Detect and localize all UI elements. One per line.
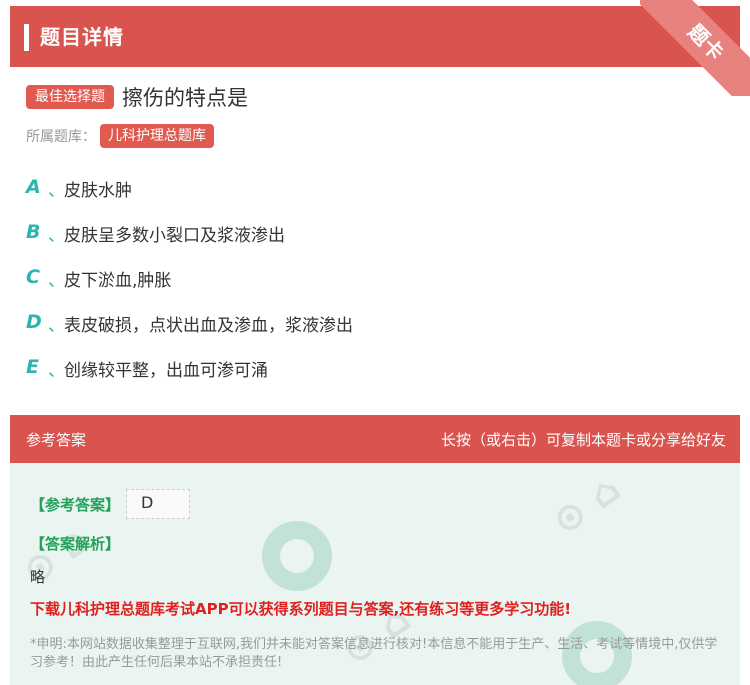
option-letter: E [26, 356, 39, 378]
option-text: 表皮破损，点状出血及渗血，浆液渗出 [64, 316, 353, 336]
watermark-logo-icon [262, 521, 332, 591]
option-text: 创缘较平整，出血可渗可涌 [64, 361, 268, 381]
question-bank-line: 所属题库： 儿科护理总题库 [26, 124, 214, 148]
answer-value: D [141, 493, 154, 512]
option-a[interactable]: A 、 皮肤水肿 [26, 176, 353, 221]
answer-header-title: 参考答案 [26, 431, 87, 449]
watermark-icon: ⊙ ⌂ [13, 516, 99, 594]
option-separator: 、 [48, 226, 65, 246]
option-text: 皮肤水肿 [64, 181, 132, 201]
option-letter: D [26, 311, 42, 333]
option-letter: B [26, 221, 41, 243]
option-separator: 、 [48, 271, 65, 291]
question-line: 最佳选择题 擦伤的特点是 [26, 82, 248, 112]
option-b[interactable]: B 、 皮肤呈多数小裂口及浆液渗出 [26, 221, 353, 266]
options-list: A 、 皮肤水肿 B 、 皮肤呈多数小裂口及浆液渗出 C 、 皮下淤血,肿胀 D… [26, 176, 353, 401]
question-text: 擦伤的特点是 [122, 86, 248, 110]
option-letter: A [26, 176, 41, 198]
answer-body: ⊙ ⌂ ⊙ ⌂ ⊙ ⌂ 【参考答案】 D 【答案解析】 略 下载儿科护理总题库考… [10, 463, 740, 685]
bank-name-link[interactable]: 儿科护理总题库 [100, 124, 214, 148]
question-type-tag: 最佳选择题 [26, 85, 114, 109]
option-letter: C [26, 266, 40, 288]
page-title: 题目详情 [40, 25, 124, 49]
header-accent-bar [24, 24, 29, 51]
answer-image: D [126, 489, 191, 519]
answer-row: 【参考答案】 D [30, 489, 191, 519]
watermark-icon: ⊙ ⌂ [543, 466, 629, 544]
option-separator: 、 [48, 361, 65, 381]
analysis-label: 【答案解析】 [30, 535, 121, 553]
option-text: 皮肤呈多数小裂口及浆液渗出 [64, 226, 285, 246]
analysis-text: 略 [30, 568, 46, 586]
answer-header: 参考答案 长按（或右击）可复制本题卡或分享给好友 [10, 415, 740, 463]
option-d[interactable]: D 、 表皮破损，点状出血及渗血，浆液渗出 [26, 311, 353, 356]
option-c[interactable]: C 、 皮下淤血,肿胀 [26, 266, 353, 311]
bank-label: 所属题库： [26, 129, 96, 145]
answer-label: 【参考答案】 [30, 495, 121, 514]
corner-ribbon-label: 题卡 [640, 0, 750, 96]
option-text: 皮下淤血,肿胀 [64, 271, 172, 291]
option-separator: 、 [48, 316, 65, 336]
option-e[interactable]: E 、 创缘较平整，出血可渗可涌 [26, 356, 353, 401]
option-separator: 、 [48, 181, 65, 201]
disclaimer-text: *申明:本网站数据收集整理于互联网,我们并未能对答案信息进行核对!本信息不能用于… [30, 637, 718, 670]
card-header: 题目详情 [10, 6, 740, 67]
download-app-link[interactable]: 下载儿科护理总题库考试APP可以获得系列题目与答案,还有练习等更多学习功能! [30, 598, 571, 619]
corner-ribbon: 题卡 [640, 0, 750, 96]
question-card: 题目详情 题卡 最佳选择题 擦伤的特点是 所属题库： 儿科护理总题库 A 、 皮… [10, 0, 750, 685]
share-hint: 长按（或右击）可复制本题卡或分享给好友 [440, 431, 726, 449]
